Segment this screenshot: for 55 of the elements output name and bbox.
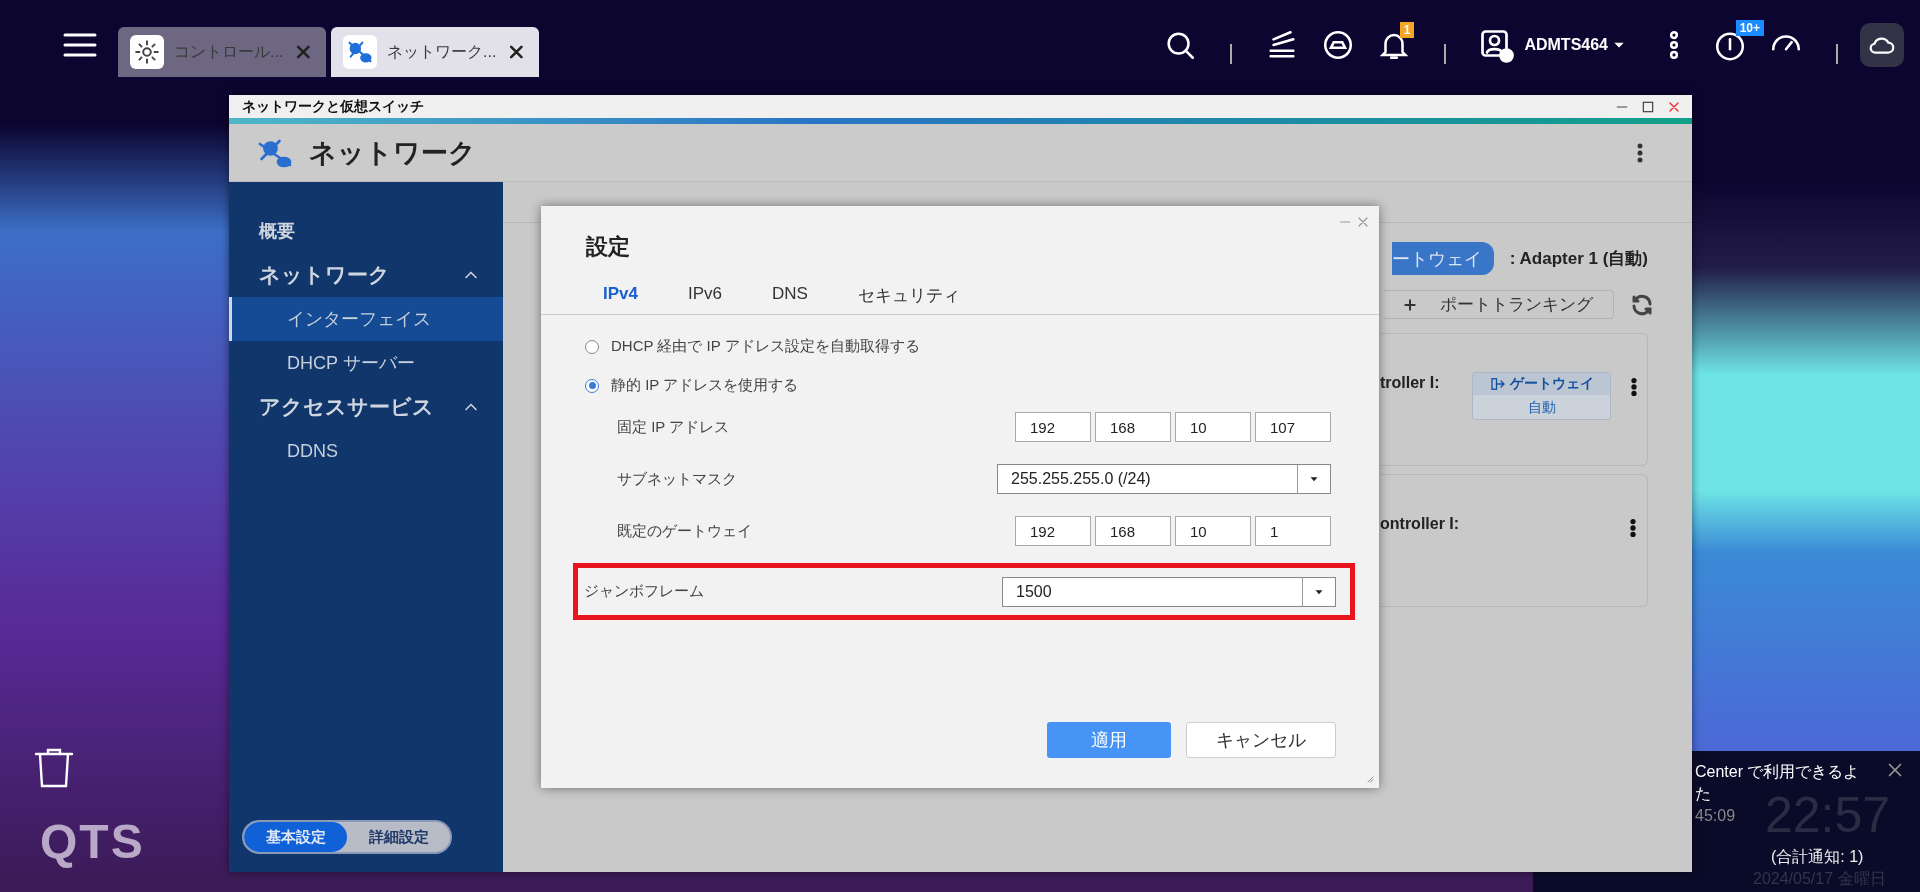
- dialog-tab[interactable]: IPv6: [688, 284, 722, 314]
- notification-count: (合計通知: 1): [1771, 847, 1864, 867]
- notification-text: Center で利用できるよ: [1695, 762, 1860, 782]
- dropdown[interactable]: 1500: [1002, 576, 1336, 607]
- dialog-title: 設定: [586, 233, 631, 261]
- notification-text: た: [1695, 784, 1712, 804]
- sidebar-item[interactable]: ネットワーク: [229, 253, 503, 297]
- radio-button[interactable]: [585, 339, 599, 354]
- ip-octet-field[interactable]: 168: [1095, 412, 1171, 442]
- adapter-label: : Adapter 1 (自動): [1509, 248, 1648, 270]
- refresh-icon[interactable]: [1630, 292, 1654, 317]
- field-label: 固定 IP アドレス: [617, 417, 730, 437]
- user-icon[interactable]: [1478, 27, 1515, 63]
- window-title: ネットワークと仮想スイッチ: [242, 97, 424, 116]
- sidebar-item[interactable]: 概要: [229, 209, 503, 253]
- radio-option[interactable]: DHCP 経由で IP アドレス設定を自動取得する: [585, 337, 1379, 356]
- adapter-name: ontroller I:: [1380, 515, 1460, 533]
- option-label: DHCP 経由で IP アドレス設定を自動取得する: [611, 337, 920, 356]
- sidebar-item[interactable]: インターフェイス: [229, 297, 503, 341]
- ip-octet-field[interactable]: 192: [1015, 412, 1091, 442]
- sidebar-item[interactable]: DHCP サーバー: [229, 341, 503, 385]
- mode-option[interactable]: 詳細設定: [347, 822, 450, 852]
- option-label: 静的 IP アドレスを使用する: [611, 376, 799, 395]
- plus-icon: [1402, 296, 1418, 313]
- sidebar-item[interactable]: DDNS: [229, 429, 503, 473]
- ip-octet-field[interactable]: 168: [1095, 516, 1171, 546]
- dropdown[interactable]: 255.255.255.0 (/24): [997, 464, 1331, 494]
- ip-octet-field[interactable]: 10: [1175, 516, 1251, 546]
- sidebar-item[interactable]: アクセスサービス: [229, 385, 503, 429]
- field-label: 既定のゲートウェイ: [617, 521, 752, 541]
- mode-option[interactable]: 基本設定: [244, 822, 347, 852]
- ip-octet-field[interactable]: 192: [1015, 516, 1091, 546]
- badge-title: ゲートウェイ: [1510, 375, 1594, 393]
- user-name: ADMTS464: [1524, 36, 1608, 54]
- dialog-tab[interactable]: IPv4: [603, 284, 638, 314]
- field-label: サブネットマスク: [617, 469, 737, 489]
- plug-icon: [1489, 375, 1507, 393]
- field-label: ジャンボフレーム: [584, 582, 704, 601]
- app-title: ネットワーク: [309, 136, 477, 170]
- radio-option[interactable]: 静的 IP アドレスを使用する: [585, 376, 1379, 395]
- qts-logo: QTS: [40, 814, 145, 869]
- port-trunking-button[interactable]: ポートトランキング: [1384, 290, 1614, 319]
- ip-octet-field[interactable]: 1: [1255, 516, 1331, 546]
- update-badge: 10+: [1735, 20, 1764, 36]
- badge-status: 自動: [1526, 398, 1557, 417]
- window-tab[interactable]: ネットワーク...: [331, 27, 539, 77]
- radio-button[interactable]: [585, 378, 599, 393]
- ip-octet-field[interactable]: 107: [1255, 412, 1331, 442]
- dialog-tab[interactable]: DNS: [772, 284, 808, 314]
- adapter-name: troller I:: [1380, 374, 1441, 392]
- cancel-button[interactable]: キャンセル: [1186, 722, 1336, 758]
- mode-toggle[interactable]: 基本設定 詳細設定: [242, 820, 452, 854]
- ip-octet-field[interactable]: 10: [1175, 412, 1251, 442]
- user-menu[interactable]: ADMTS464: [1524, 36, 1626, 54]
- dialog-tab[interactable]: セキュリティ: [857, 284, 960, 314]
